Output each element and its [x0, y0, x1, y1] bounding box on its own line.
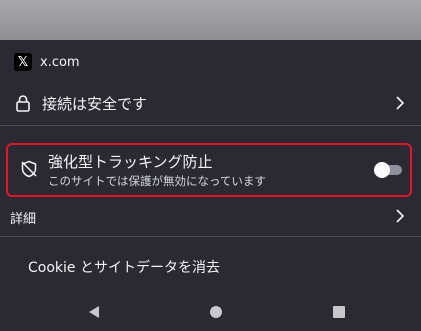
- tracking-protection-row[interactable]: 強化型トラッキング防止 このサイトでは保護が無効になっています: [6, 143, 412, 197]
- triangle-back-icon[interactable]: [88, 305, 100, 319]
- site-domain: x.com: [40, 54, 80, 70]
- square-recents-icon[interactable]: [333, 306, 345, 318]
- clear-cookies-button[interactable]: Cookie とサイトデータを消去: [0, 252, 421, 280]
- shield-off-icon: [21, 160, 37, 178]
- clear-cookies-label: Cookie とサイトデータを消去: [28, 260, 220, 276]
- details-label: 詳細: [10, 212, 37, 227]
- tracking-protection-toggle[interactable]: [374, 162, 404, 178]
- divider: [0, 125, 421, 126]
- screen: 𝕏 x.com 接続は安全です 強化型トラッキング防止 このサイトでは保護が無効…: [0, 0, 421, 331]
- site-favicon-icon: 𝕏: [14, 53, 32, 71]
- divider: [0, 236, 421, 237]
- details-row[interactable]: 詳細: [0, 204, 421, 228]
- page-backdrop: [0, 0, 421, 40]
- lock-icon: [16, 95, 30, 112]
- chevron-right-icon: [396, 96, 405, 110]
- tracking-protection-title: 強化型トラッキング防止: [48, 153, 213, 171]
- tracking-protection-status: このサイトでは保護が無効になっています: [48, 174, 266, 188]
- system-navigation-bar: [0, 296, 421, 331]
- chevron-right-icon: [396, 209, 405, 223]
- toggle-thumb: [374, 162, 390, 178]
- connection-secure-row[interactable]: 接続は安全です: [0, 88, 421, 118]
- site-header: 𝕏 x.com: [14, 52, 80, 72]
- circle-home-icon[interactable]: [210, 306, 222, 318]
- connection-status-label: 接続は安全です: [42, 95, 148, 113]
